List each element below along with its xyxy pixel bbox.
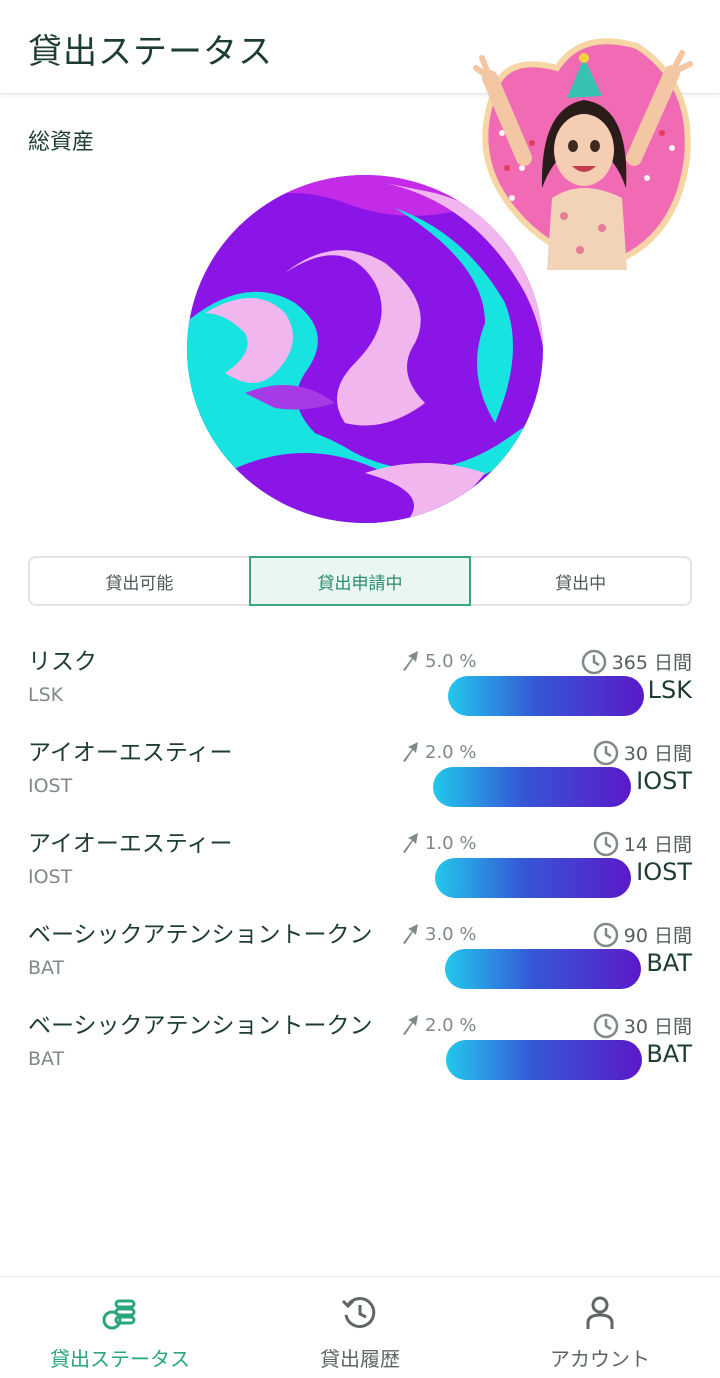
tab-lending[interactable]: 貸出中 (471, 558, 690, 604)
loan-term-value: 30 日間 (623, 743, 692, 765)
interest-rate: 2.0 % (400, 1014, 476, 1036)
loan-list: リスク LSK 5.0 % 365 日間 LSK アイオーエスティー IOST … (28, 636, 692, 1091)
loan-status-tabs: 貸出可能 貸出申請中 貸出中 (28, 556, 692, 606)
history-clock-icon (341, 1297, 376, 1329)
tab-applying[interactable]: 貸出申請中 (248, 556, 472, 606)
arrow-up-icon (403, 833, 418, 853)
amount-unit: BAT (646, 949, 692, 977)
amount-unit: IOST (636, 767, 692, 795)
clock-icon (593, 740, 619, 765)
amount-bar (445, 949, 641, 989)
loan-term-value: 30 日間 (623, 1016, 692, 1038)
loan-term-value: 14 日間 (623, 834, 692, 856)
nav-account[interactable]: アカウント (480, 1277, 720, 1378)
nav-loan-status[interactable]: 貸出ステータス (0, 1277, 240, 1378)
nav-label: 貸出履歴 (320, 1347, 400, 1371)
loan-term: 14 日間 (593, 830, 692, 857)
total-assets-label: 総資産 (28, 130, 95, 155)
nav-loan-history[interactable]: 貸出履歴 (240, 1277, 480, 1378)
avatar-sticker (473, 38, 693, 270)
interest-rate-value: 2.0 % (425, 741, 477, 763)
person-icon (586, 1296, 614, 1329)
loan-item[interactable]: アイオーエスティー IOST 2.0 % 30 日間 IOST (28, 727, 692, 818)
currency-symbol: BAT (28, 1048, 65, 1070)
currency-symbol: LSK (28, 684, 64, 706)
interest-rate-value: 3.0 % (425, 923, 477, 945)
interest-rate-value: 1.0 % (425, 832, 477, 854)
currency-name: リスク (28, 649, 97, 675)
amount-bar (433, 767, 631, 807)
clock-icon (593, 831, 619, 856)
nav-label: 貸出ステータス (50, 1347, 190, 1371)
currency-symbol: BAT (28, 957, 65, 979)
currency-name: ベーシックアテンショントークン (28, 922, 373, 948)
amount-bar (446, 1040, 642, 1080)
bottom-navigation: 貸出ステータス 貸出履歴 アカウント (0, 1276, 720, 1378)
interest-rate: 5.0 % (400, 650, 476, 672)
loan-item[interactable]: アイオーエスティー IOST 1.0 % 14 日間 IOST (28, 818, 692, 909)
currency-symbol: IOST (28, 866, 73, 888)
interest-rate: 1.0 % (400, 832, 476, 854)
amount-unit: BAT (646, 1040, 692, 1068)
interest-rate: 2.0 % (400, 741, 476, 763)
arrow-up-icon (403, 1015, 418, 1035)
currency-name: ベーシックアテンショントークン (28, 1013, 373, 1039)
loan-term: 365 日間 (581, 648, 692, 675)
nav-label: アカウント (550, 1347, 650, 1371)
loan-item[interactable]: リスク LSK 5.0 % 365 日間 LSK (28, 636, 692, 727)
clock-icon (581, 649, 606, 674)
arrow-up-icon (403, 924, 418, 944)
tab-available[interactable]: 貸出可能 (30, 558, 249, 604)
arrow-up-icon (403, 651, 418, 671)
currency-symbol: IOST (28, 775, 73, 797)
currency-name: アイオーエスティー (28, 740, 233, 766)
coins-stack-icon (102, 1299, 136, 1330)
clock-icon (593, 1013, 619, 1038)
clock-icon (593, 922, 619, 947)
currency-name: アイオーエスティー (28, 831, 233, 857)
loan-term: 30 日間 (593, 739, 692, 766)
interest-rate-value: 5.0 % (425, 650, 477, 672)
loan-item[interactable]: ベーシックアテンショントークン BAT 3.0 % 90 日間 BAT (28, 909, 692, 1000)
loan-item[interactable]: ベーシックアテンショントークン BAT 2.0 % 30 日間 BAT (28, 1000, 692, 1091)
amount-unit: LSK (647, 676, 692, 704)
interest-rate: 3.0 % (400, 923, 476, 945)
amount-bar (448, 676, 644, 716)
loan-term-value: 365 日間 (611, 652, 692, 674)
loan-term-value: 90 日間 (623, 925, 692, 947)
amount-bar (435, 858, 631, 898)
amount-unit: IOST (636, 858, 692, 886)
interest-rate-value: 2.0 % (425, 1014, 477, 1036)
page-title: 貸出ステータス (28, 32, 273, 72)
arrow-up-icon (403, 742, 418, 762)
loan-term: 30 日間 (593, 1012, 692, 1039)
loan-term: 90 日間 (593, 921, 692, 948)
